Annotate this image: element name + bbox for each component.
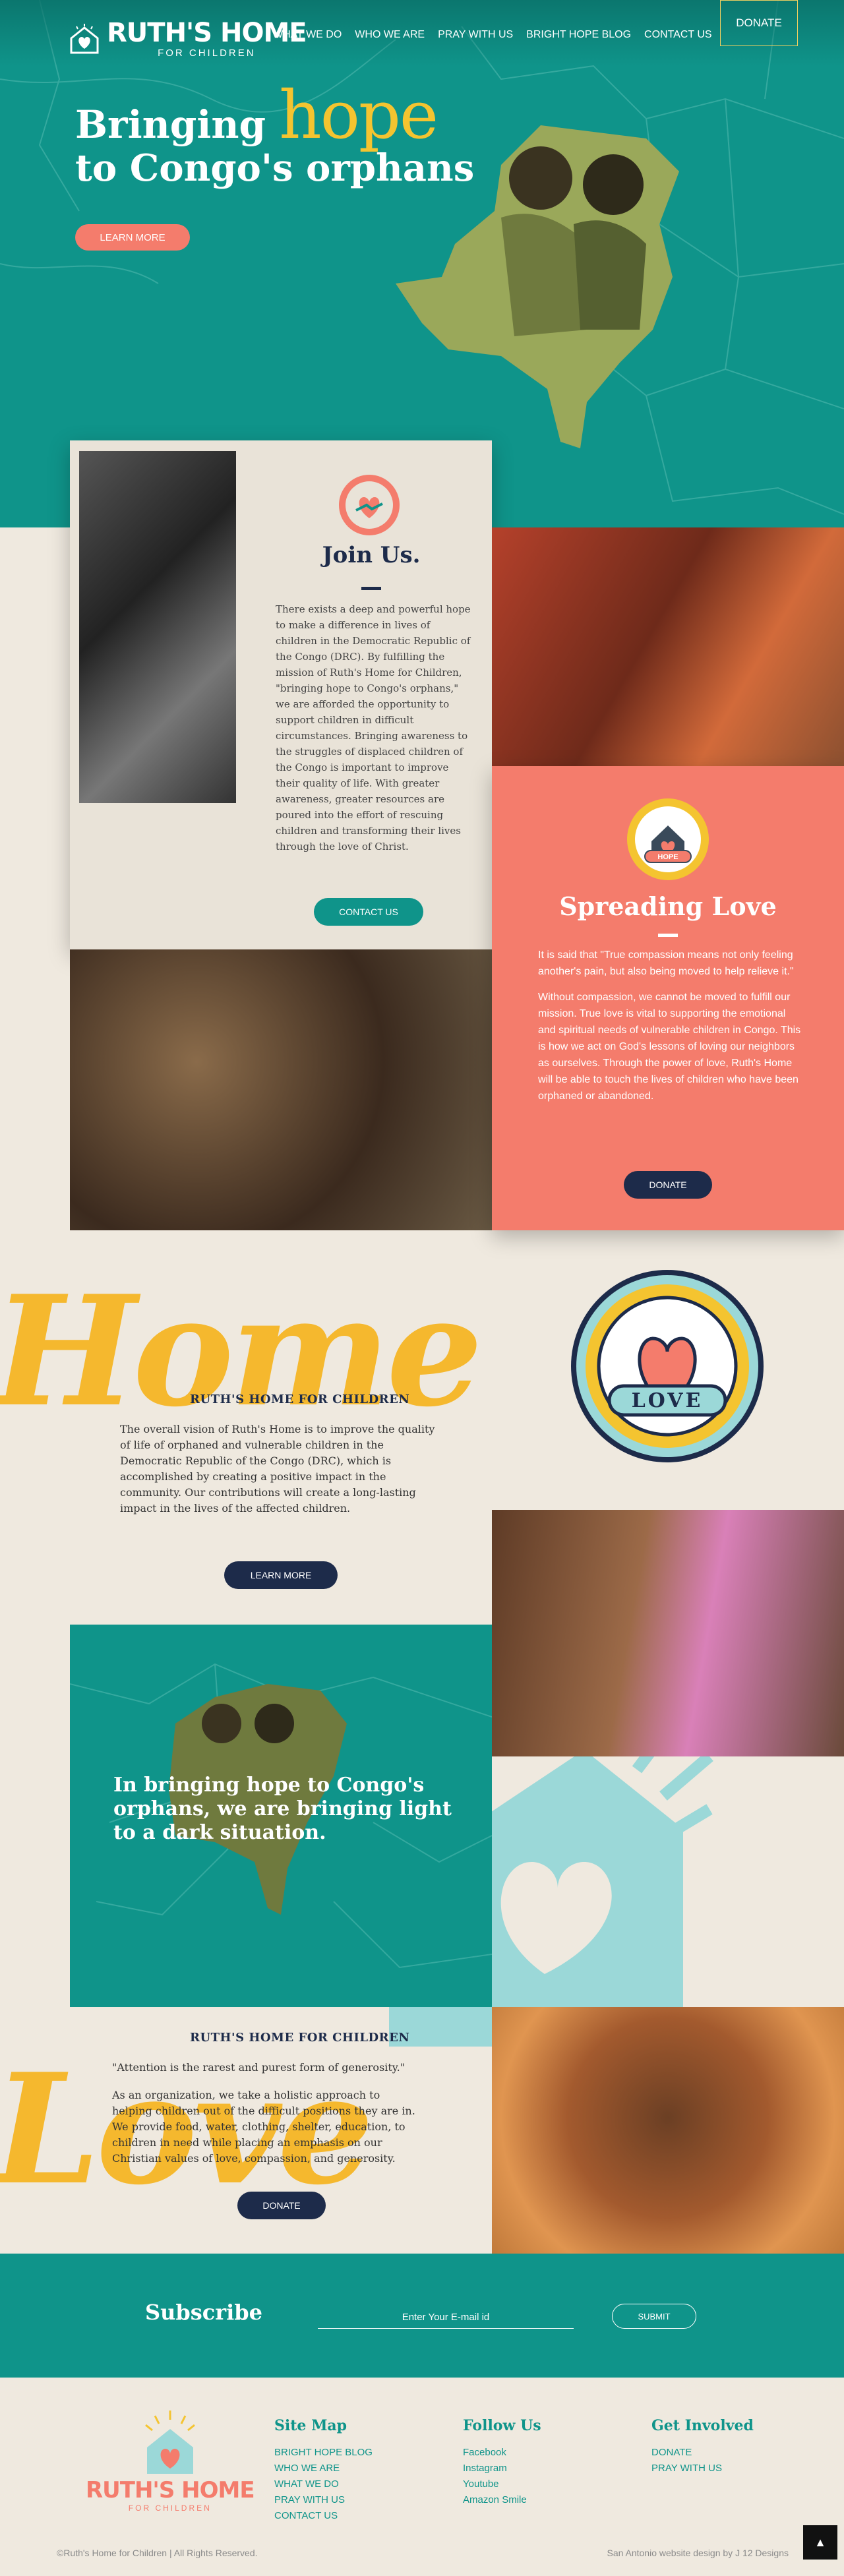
main-menu: WHAT WE DO WHO WE ARE PRAY WITH US BRIGH… [273, 29, 712, 41]
nav-who-we-are[interactable]: WHO WE ARE [355, 29, 425, 41]
cheering-child-photo [492, 527, 844, 766]
hero-learn-more-button[interactable]: LEARN MORE [75, 224, 190, 251]
spreading-love-donate-button[interactable]: DONATE [624, 1171, 712, 1199]
hero-line1: Bringing [75, 102, 266, 147]
footer-get-involved: Get Involved DONATE PRAY WITH US [651, 2417, 754, 2476]
get-involved-title: Get Involved [651, 2417, 754, 2434]
footer-link-instagram[interactable]: Instagram [463, 2461, 541, 2476]
footer-link-facebook[interactable]: Facebook [463, 2445, 541, 2461]
footer-link-donate[interactable]: DONATE [651, 2445, 754, 2461]
spreading-love-text: It is said that "True compassion means n… [538, 947, 802, 1114]
love-badge-icon: LOVE [571, 1270, 764, 1462]
generosity-heading: RUTH'S HOME FOR CHILDREN [190, 2031, 410, 2045]
girls-photo [492, 1510, 844, 1756]
spreading-love-card: HOPE Spreading Love It is said that "Tru… [492, 766, 844, 1230]
footer-link-amazon-smile[interactable]: Amazon Smile [463, 2492, 541, 2508]
join-us-photo [79, 451, 236, 803]
back-to-top-button[interactable]: ▲ [803, 2525, 837, 2560]
site-map-title: Site Map [274, 2417, 347, 2434]
hope-badge-icon: HOPE [627, 798, 709, 880]
generosity-donate-button[interactable]: DONATE [237, 2192, 326, 2219]
home-heading: RUTH'S HOME FOR CHILDREN [190, 1393, 410, 1406]
subscribe-section: Subscribe SUBMIT [0, 2254, 844, 2378]
footer-logo[interactable]: RUTH'S HOME FOR CHILDREN [86, 2411, 255, 2513]
footer-house-heart-icon [144, 2411, 195, 2474]
spreading-love-title: Spreading Love [559, 891, 777, 921]
love-badge-label: LOVE [632, 1389, 704, 1412]
home-learn-more-button[interactable]: LEARN MORE [224, 1561, 338, 1589]
spreading-love-paragraph-2: Without compassion, we cannot be moved t… [538, 992, 801, 1102]
bringing-hope-badge-icon [339, 475, 400, 535]
footer-follow-us: Follow Us Facebook Instagram Youtube Ama… [463, 2417, 541, 2508]
hero-children-map-image [396, 125, 679, 448]
footer-link-pray-with-us[interactable]: PRAY WITH US [274, 2492, 373, 2508]
footer-logo-name: RUTH'S HOME [86, 2477, 255, 2503]
footer-link-youtube[interactable]: Youtube [463, 2476, 541, 2492]
spreading-love-paragraph-1: It is said that "True compassion means n… [538, 949, 794, 977]
house-heart-icon [70, 23, 99, 53]
join-us-title: Join Us. [322, 542, 421, 568]
subscribe-title: Subscribe [145, 2300, 262, 2325]
nav-what-we-do[interactable]: WHAT WE DO [273, 29, 342, 41]
contact-us-button[interactable]: CONTACT US [314, 898, 423, 926]
home-script-text: Home [0, 1263, 483, 1441]
footer-site-map: Site Map BRIGHT HOPE BLOG WHO WE ARE WHA… [274, 2417, 373, 2524]
footer-link-pray[interactable]: PRAY WITH US [651, 2461, 754, 2476]
site-logo[interactable]: RUTH'S HOME FOR CHILDREN [69, 20, 307, 59]
children-crowd-photo [70, 949, 492, 1230]
house-graphic [492, 1756, 844, 2007]
join-us-divider [361, 587, 381, 590]
generosity-text: As an organization, we take a holistic a… [112, 2089, 415, 2165]
nav-donate-button[interactable]: DONATE [720, 0, 798, 46]
hope-badge-label: HOPE [657, 853, 678, 861]
footer-link-who-we-are[interactable]: WHO WE ARE [274, 2461, 373, 2476]
copyright-text: ©Ruth's Home for Children | All Rights R… [57, 2548, 258, 2558]
footer-link-blog[interactable]: BRIGHT HOPE BLOG [274, 2445, 373, 2461]
join-us-text: There exists a deep and powerful hope to… [276, 603, 471, 853]
quote-text: In bringing hope to Congo's orphans, we … [113, 1774, 452, 1844]
quote-card: In bringing hope to Congo's orphans, we … [70, 1625, 492, 2007]
caret-up-icon: ▲ [814, 2535, 826, 2549]
footer-link-contact-us[interactable]: CONTACT US [274, 2508, 373, 2524]
footer-link-what-we-do[interactable]: WHAT WE DO [274, 2476, 373, 2492]
generosity-quote: "Attention is the rarest and purest form… [112, 2061, 406, 2074]
home-text: The overall vision of Ruth's Home is to … [120, 1423, 435, 1514]
nav-contact-us[interactable]: CONTACT US [644, 29, 712, 41]
footer-logo-sub: FOR CHILDREN [128, 2503, 212, 2513]
design-credit-link[interactable]: San Antonio website design by J 12 Desig… [607, 2548, 789, 2558]
footer: RUTH'S HOME FOR CHILDREN Site Map BRIGHT… [0, 2378, 844, 2576]
house-heart-graphic-icon [492, 1756, 713, 2007]
email-input[interactable] [318, 2306, 574, 2329]
nav-pray-with-us[interactable]: PRAY WITH US [438, 29, 513, 41]
boy-portrait-photo [492, 2007, 844, 2254]
follow-us-title: Follow Us [463, 2417, 541, 2434]
join-us-card: Join Us. There exists a deep and powerfu… [70, 440, 492, 949]
nav-bright-hope-blog[interactable]: BRIGHT HOPE BLOG [526, 29, 631, 41]
spreading-love-divider [658, 934, 678, 937]
subscribe-submit-button[interactable]: SUBMIT [612, 2304, 696, 2329]
logo-sub: FOR CHILDREN [158, 47, 256, 59]
